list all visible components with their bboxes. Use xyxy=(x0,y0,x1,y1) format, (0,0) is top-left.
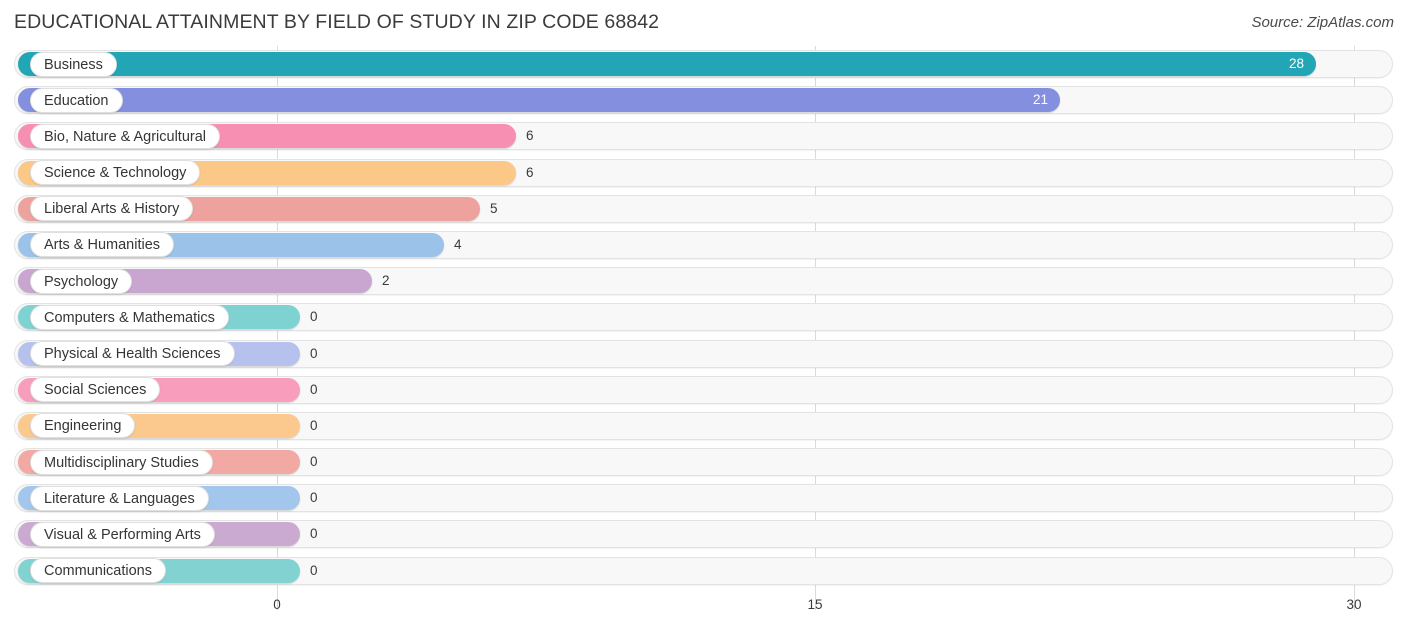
source-label: Source: ZipAtlas.com xyxy=(1251,14,1394,31)
bar-row: 0 Communications xyxy=(0,553,1406,589)
axis-tick-label: 15 xyxy=(807,597,823,612)
bar-category-label: Physical & Health Sciences xyxy=(30,341,235,366)
bar-value-label: 2 xyxy=(382,273,390,289)
bar-row: 0 Social Sciences xyxy=(0,372,1406,408)
bar-row: 4 Arts & Humanities xyxy=(0,227,1406,263)
bar-row: 0 Computers & Mathematics xyxy=(0,299,1406,335)
bar-category-label: Business xyxy=(30,51,117,77)
bar-row: 0 Literature & Languages xyxy=(0,480,1406,516)
bar-row: 6 Science & Technology xyxy=(0,155,1406,191)
plot-area: 28 Business 21 Education 6 Bio, Nature & Agri… xyxy=(0,46,1406,596)
bar-row: 28 Business xyxy=(0,46,1406,82)
bar[interactable]: 28 xyxy=(18,52,1316,76)
bar-category-label: Science & Technology xyxy=(30,160,201,186)
bar-value-label: 4 xyxy=(454,236,462,252)
bar-value-label: 0 xyxy=(310,381,318,397)
bar-row: 6 Bio, Nature & Agricultural xyxy=(0,118,1406,154)
axis-tick-label: 30 xyxy=(1346,597,1362,612)
bar-category-label: Computers & Mathematics xyxy=(30,304,229,330)
bar-row: 0 Physical & Health Sciences xyxy=(0,336,1406,372)
bar-row: 0 Visual & Performing Arts xyxy=(0,516,1406,552)
bar-value-label: 0 xyxy=(310,562,318,578)
bar-row: 21 Education xyxy=(0,82,1406,118)
bar-category-label: Education xyxy=(30,87,123,113)
bar-value-label: 6 xyxy=(526,164,534,180)
bar-value-label: 0 xyxy=(310,526,318,542)
bar-category-label: Social Sciences xyxy=(30,377,161,403)
bar[interactable]: 21 xyxy=(18,88,1060,113)
bar-value-label: 5 xyxy=(490,200,498,216)
bar-rows: 28 Business 21 Education 6 Bio, Nature & Agri… xyxy=(0,46,1406,589)
bar-row: 0 Multidisciplinary Studies xyxy=(0,444,1406,480)
bar-category-label: Multidisciplinary Studies xyxy=(30,449,213,475)
bar-value-label: 21 xyxy=(1032,92,1048,108)
bar-category-label: Arts & Humanities xyxy=(30,232,175,258)
x-axis: 0 15 30 xyxy=(0,596,1406,632)
bar-value-label: 0 xyxy=(310,490,318,506)
bar-category-label: Liberal Arts & History xyxy=(30,196,194,222)
axis-tick-label: 0 xyxy=(273,597,281,612)
bar-value-label: 0 xyxy=(310,309,318,325)
bar-category-label: Visual & Performing Arts xyxy=(30,521,215,547)
chart-header: EDUCATIONAL ATTAINMENT BY FIELD OF STUDY… xyxy=(0,0,1406,46)
bar-value-label: 0 xyxy=(310,454,318,470)
bar-value-label: 6 xyxy=(526,128,534,144)
bar-category-label: Psychology xyxy=(30,268,133,294)
bar-row: 0 Engineering xyxy=(0,408,1406,444)
bar-category-label: Bio, Nature & Agricultural xyxy=(30,123,220,149)
bar-category-label: Engineering xyxy=(30,413,136,439)
bar-row: 2 Psychology xyxy=(0,263,1406,299)
page-title: EDUCATIONAL ATTAINMENT BY FIELD OF STUDY… xyxy=(14,11,660,33)
bar-category-label: Communications xyxy=(30,558,166,584)
bar-value-label: 0 xyxy=(310,345,318,361)
bar-value-label: 28 xyxy=(1288,56,1304,71)
bar-row: 5 Liberal Arts & History xyxy=(0,191,1406,227)
chart-page: EDUCATIONAL ATTAINMENT BY FIELD OF STUDY… xyxy=(0,0,1406,632)
bar-value-label: 0 xyxy=(310,417,318,433)
bar-category-label: Literature & Languages xyxy=(30,485,209,511)
